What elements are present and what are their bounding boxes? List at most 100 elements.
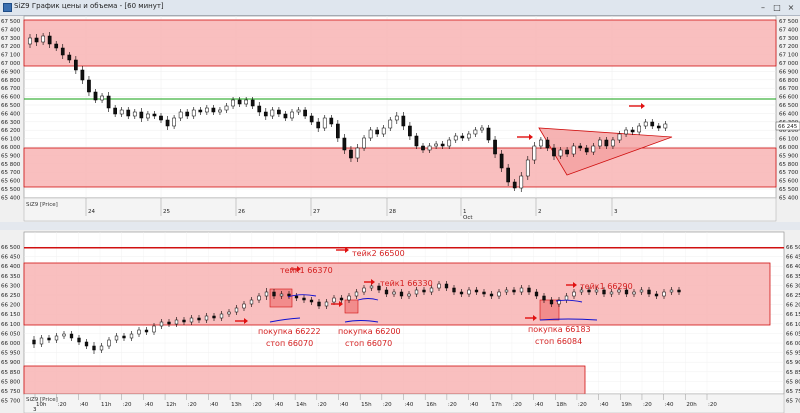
bottom-price-tick: 66 000 xyxy=(1,341,21,347)
candle-body xyxy=(144,329,149,333)
candle-body xyxy=(249,299,254,305)
candle-body xyxy=(347,295,351,301)
bottom-price-tick: 66 400 xyxy=(1,264,21,270)
candle-body xyxy=(185,111,190,117)
candle-body xyxy=(227,311,231,315)
top-price-tick-right: 66 000 xyxy=(779,145,799,151)
charts-canvas[interactable]: 67 500 67 400 67 300 67 200 67 100 67 000 66 9… xyxy=(0,0,800,413)
candle-body xyxy=(650,121,655,127)
candle-body xyxy=(122,335,126,339)
top-date-tick: 27 xyxy=(313,209,320,215)
candle-body xyxy=(598,139,602,147)
bottom-time-tick: :40 xyxy=(339,402,348,408)
candle-body xyxy=(270,109,275,117)
top-date-tick: 25 xyxy=(163,209,170,215)
panel-splitter[interactable] xyxy=(0,222,800,230)
bottom-price-tick: 65 700 xyxy=(1,399,21,405)
candle-body xyxy=(41,35,45,43)
bottom-time-tick: 17h xyxy=(491,402,502,408)
candle-body xyxy=(545,139,550,149)
candle-body xyxy=(440,143,445,147)
candle-body xyxy=(375,129,379,135)
top-price-tick: 66 900 xyxy=(1,69,21,75)
bottom-price-tick-right: 66 250 xyxy=(786,293,800,299)
candle-body xyxy=(137,329,141,335)
candle-body xyxy=(482,291,486,295)
bottom-lower-zone xyxy=(23,365,586,395)
top-price-tick-right: 66 100 xyxy=(779,137,799,143)
bottom-price-tick-right: 65 700 xyxy=(786,399,800,405)
candle-body xyxy=(277,109,281,115)
candle-body xyxy=(527,287,531,293)
bottom-chart[interactable]: тейк2 66500 тейк1 66370 тейк1 66330 тейк… xyxy=(1,231,800,413)
candle-body xyxy=(67,54,72,61)
top-price-tick-right: 66 700 xyxy=(779,86,799,92)
bottom-time-tick: 12h xyxy=(166,402,177,408)
bottom-price-tick-right: 66 200 xyxy=(786,303,800,309)
candle-body xyxy=(654,293,659,297)
candle-body xyxy=(34,37,39,43)
annotation-stop-b: стоп 66070 xyxy=(345,339,392,348)
bottom-price-tick-right: 66 300 xyxy=(786,283,800,289)
annotation-take2: тейк2 66500 xyxy=(352,249,405,258)
bottom-time-tick: 13h xyxy=(231,402,242,408)
candle-body xyxy=(204,315,209,321)
chart-window: SiZ9 График цены и объема - [60 минут] –… xyxy=(0,0,800,413)
candle-body xyxy=(617,133,622,141)
candle-body xyxy=(322,117,327,129)
candle-body xyxy=(172,117,176,127)
candle-body xyxy=(146,113,150,119)
candle-body xyxy=(453,135,458,141)
candle-body xyxy=(504,289,509,293)
candle-body xyxy=(242,303,246,309)
candle-body xyxy=(54,335,59,341)
candle-body xyxy=(211,107,216,113)
candle-body xyxy=(309,115,314,123)
candle-body xyxy=(564,295,569,301)
candle-body xyxy=(355,147,360,159)
entry-box-2 xyxy=(344,299,359,314)
candle-body xyxy=(77,337,81,343)
top-price-tick: 66 300 xyxy=(1,120,21,126)
candle-body xyxy=(669,289,674,293)
bottom-time-tick: :40 xyxy=(535,402,544,408)
top-chart[interactable]: 67 500 67 400 67 300 67 200 67 100 67 000 66 9… xyxy=(1,15,800,222)
annotation-buy-a: покупка 66222 xyxy=(258,327,321,336)
bottom-price-tick-right: 66 100 xyxy=(786,322,800,328)
candle-body xyxy=(198,109,203,113)
top-price-axis-right: 67 500 67 400 67 300 67 200 67 100 67 000 66 9… xyxy=(779,19,799,201)
top-support-zone xyxy=(23,147,777,188)
candle-body xyxy=(113,107,118,115)
bottom-price-tick: 65 950 xyxy=(1,351,21,357)
candle-body xyxy=(534,291,539,297)
bottom-price-tick-right: 66 150 xyxy=(786,312,800,318)
candle-body xyxy=(447,139,452,147)
candle-body xyxy=(497,291,501,297)
candle-body xyxy=(480,127,484,131)
candle-body xyxy=(205,107,209,113)
top-price-tick-right: 65 700 xyxy=(779,170,799,176)
top-price-tick-right: 65 900 xyxy=(779,153,799,159)
annotation-buy-b: покупка 66200 xyxy=(338,327,401,336)
bottom-price-tick-right: 66 500 xyxy=(786,245,800,251)
candle-body xyxy=(549,299,554,305)
candle-body xyxy=(519,175,524,189)
top-price-tick: 65 700 xyxy=(1,170,21,176)
bottom-price-tick-right: 66 050 xyxy=(786,331,800,337)
candle-body xyxy=(429,287,434,293)
candle-body xyxy=(499,153,504,169)
top-date-tick: 28 xyxy=(389,209,396,215)
bottom-time-tick: 19h xyxy=(621,402,632,408)
bottom-time-tick: 11h xyxy=(101,402,112,408)
bottom-time-tick: :20 xyxy=(123,402,132,408)
top-price-tick-right: 65 800 xyxy=(779,162,799,168)
candle-body xyxy=(474,289,479,293)
candle-body xyxy=(329,117,334,125)
candle-body xyxy=(92,345,96,351)
candle-body xyxy=(381,127,386,135)
top-price-tick-right: 65 500 xyxy=(779,187,799,193)
top-price-tick-right: 67 300 xyxy=(779,36,799,42)
bottom-price-tick-right: 66 400 xyxy=(786,264,800,270)
top-price-tick: 67 100 xyxy=(1,53,21,59)
top-price-tick-right: 66 900 xyxy=(779,69,799,75)
